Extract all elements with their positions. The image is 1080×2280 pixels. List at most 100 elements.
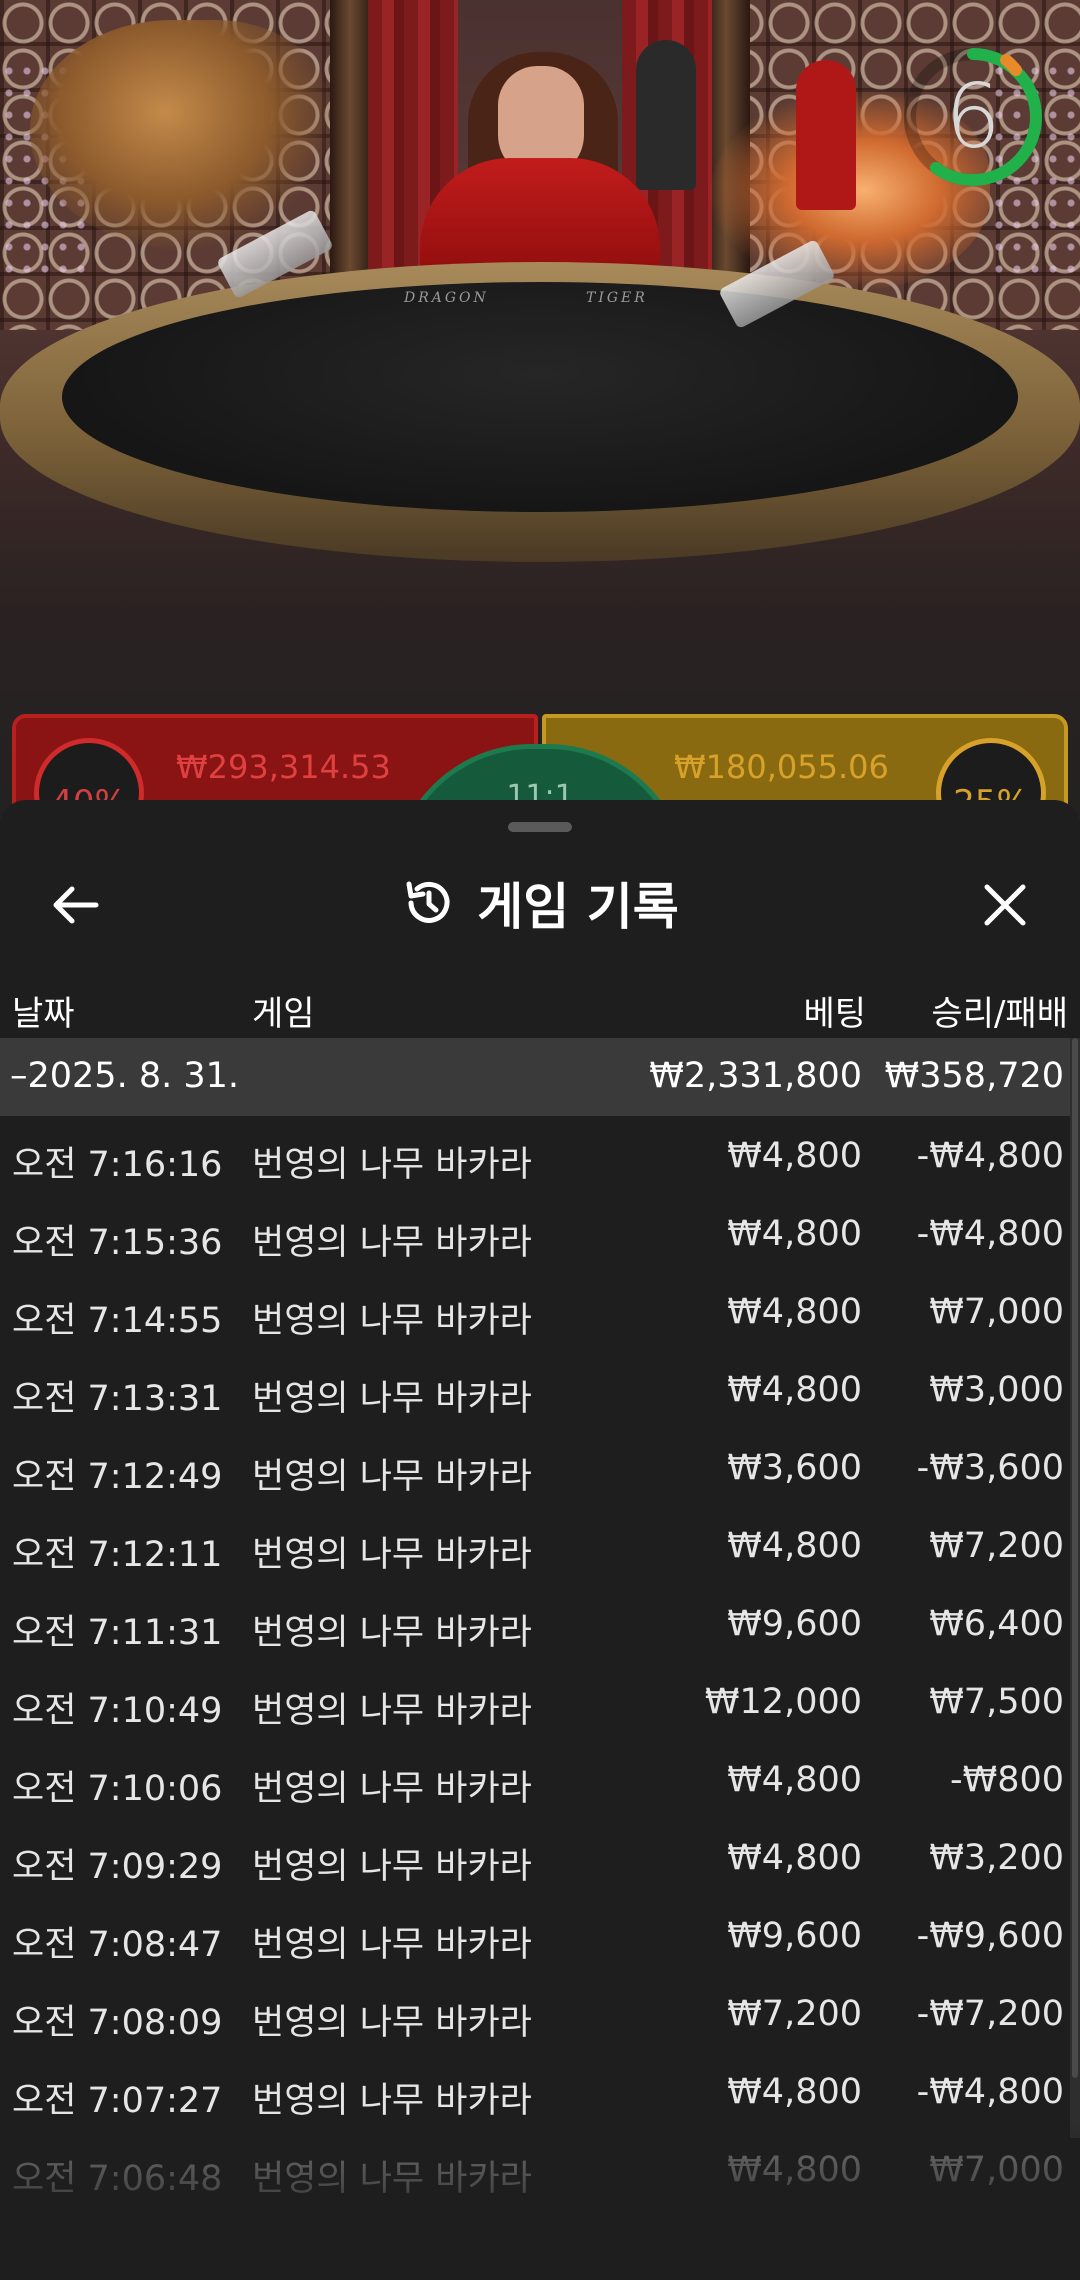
row-result: ₩7,000: [929, 2150, 1064, 2190]
history-row[interactable]: 오전 7:08:47 번영의 나무 바카라 ₩9,600 -₩9,600: [0, 1896, 1070, 1974]
row-game: 번영의 나무 바카라: [252, 2003, 532, 2043]
row-game: 번영의 나무 바카라: [252, 1457, 532, 1497]
history-row[interactable]: 오전 7:12:11 번영의 나무 바카라 ₩4,800 ₩7,200: [0, 1506, 1070, 1584]
row-game: 번영의 나무 바카라: [252, 1769, 532, 1809]
row-result: ₩7,500: [929, 1682, 1064, 1722]
history-row[interactable]: 오전 7:11:31 번영의 나무 바카라 ₩9,600 ₩6,400: [0, 1584, 1070, 1662]
row-time: 오전 7:14:55: [12, 1301, 223, 1341]
row-result: -₩3,600: [916, 1448, 1064, 1488]
row-game: 번영의 나무 바카라: [252, 1613, 532, 1653]
row-game: 번영의 나무 바카라: [252, 1925, 532, 1965]
game-history-sheet: 게임 기록 날짜 게임 베팅 승리/패배 –2025. 8. 31. ₩2,33…: [0, 800, 1080, 2280]
background-person: [796, 60, 856, 210]
row-bet: ₩4,800: [727, 2150, 862, 2190]
row-result: -₩9,600: [916, 1916, 1064, 1956]
live-video-feed: DRAGON TIGER 6: [0, 0, 1080, 820]
history-list[interactable]: –2025. 8. 31. ₩2,331,800 ₩358,720 오전 7:1…: [0, 1038, 1070, 2280]
column-header-game: 게임: [252, 994, 315, 1034]
row-bet: ₩4,800: [727, 1526, 862, 1566]
column-headers: 날짜 게임 베팅 승리/패배: [0, 968, 1080, 1044]
row-result: ₩3,000: [929, 1370, 1064, 1410]
day-group-bet-total: ₩2,331,800: [649, 1056, 862, 1096]
close-button[interactable]: [970, 870, 1040, 940]
row-bet: ₩4,800: [727, 1136, 862, 1176]
row-time: 오전 7:13:31: [12, 1379, 223, 1419]
column-header-date: 날짜: [12, 994, 75, 1034]
row-game: 번영의 나무 바카라: [252, 1535, 532, 1575]
row-bet: ₩3,600: [727, 1448, 862, 1488]
history-row[interactable]: 오전 7:06:48 번영의 나무 바카라 ₩4,800 ₩7,000: [0, 2130, 1070, 2208]
row-game: 번영의 나무 바카라: [252, 1301, 532, 1341]
row-bet: ₩4,800: [727, 1760, 862, 1800]
row-result: ₩7,200: [929, 1526, 1064, 1566]
table-label-tiger: TIGER: [586, 290, 648, 306]
row-result: -₩4,800: [916, 1136, 1064, 1176]
arrow-left-icon: [53, 886, 99, 924]
history-scroll-thumb[interactable]: [1072, 1038, 1078, 2078]
row-result: -₩800: [949, 1760, 1064, 1800]
table-felt: [62, 282, 1018, 512]
row-time: 오전 7:09:29: [12, 1847, 223, 1887]
history-row[interactable]: 오전 7:10:06 번영의 나무 바카라 ₩4,800 -₩800: [0, 1740, 1070, 1818]
history-clock-icon: [406, 881, 450, 923]
history-row[interactable]: 오전 7:13:31 번영의 나무 바카라 ₩4,800 ₩3,000: [0, 1350, 1070, 1428]
sheet-drag-handle[interactable]: [508, 822, 572, 832]
row-bet: ₩4,800: [727, 1292, 862, 1332]
dragon-total-bet: ₩293,314.53: [176, 748, 391, 786]
row-result: ₩7,000: [929, 1292, 1064, 1332]
countdown-timer: 6: [898, 42, 1048, 192]
day-group-date: –2025. 8. 31.: [10, 1056, 240, 1096]
row-time: 오전 7:12:11: [12, 1535, 223, 1575]
row-time: 오전 7:10:49: [12, 1691, 223, 1731]
row-bet: ₩4,800: [727, 2072, 862, 2112]
row-game: 번영의 나무 바카라: [252, 1145, 532, 1185]
sheet-header: 게임 기록: [0, 848, 1080, 958]
column-header-bet: 베팅: [803, 994, 866, 1034]
row-time: 오전 7:15:36: [12, 1223, 223, 1263]
row-time: 오전 7:07:27: [12, 2081, 223, 2121]
row-time: 오전 7:12:49: [12, 1457, 223, 1497]
tiger-total-bet: ₩180,055.06: [674, 748, 889, 786]
day-group-header[interactable]: –2025. 8. 31. ₩2,331,800 ₩358,720: [0, 1038, 1070, 1116]
row-result: ₩3,200: [929, 1838, 1064, 1878]
row-game: 번영의 나무 바카라: [252, 2081, 532, 2121]
close-icon: [984, 884, 1026, 926]
history-row[interactable]: 오전 7:10:49 번영의 나무 바카라 ₩12,000 ₩7,500: [0, 1662, 1070, 1740]
history-rows: 오전 7:16:16 번영의 나무 바카라 ₩4,800 -₩4,800 오전 7:15…: [0, 1116, 1070, 2208]
row-result: -₩4,800: [916, 2072, 1064, 2112]
row-time: 오전 7:08:47: [12, 1925, 223, 1965]
row-result: -₩4,800: [916, 1214, 1064, 1254]
row-time: 오전 7:06:48: [12, 2159, 223, 2199]
row-bet: ₩7,200: [727, 1994, 862, 2034]
row-bet: ₩9,600: [727, 1916, 862, 1956]
row-time: 오전 7:16:16: [12, 1145, 223, 1185]
row-bet: ₩4,800: [727, 1838, 862, 1878]
table-label-dragon: DRAGON: [404, 290, 489, 306]
history-row[interactable]: 오전 7:12:49 번영의 나무 바카라 ₩3,600 -₩3,600: [0, 1428, 1070, 1506]
history-row[interactable]: 오전 7:14:55 번영의 나무 바카라 ₩4,800 ₩7,000: [0, 1272, 1070, 1350]
row-bet: ₩12,000: [704, 1682, 862, 1722]
row-bet: ₩9,600: [727, 1604, 862, 1644]
history-row[interactable]: 오전 7:16:16 번영의 나무 바카라 ₩4,800 -₩4,800: [0, 1116, 1070, 1194]
row-game: 번영의 나무 바카라: [252, 1847, 532, 1887]
row-game: 번영의 나무 바카라: [252, 2159, 532, 2199]
history-row[interactable]: 오전 7:09:29 번영의 나무 바카라 ₩4,800 ₩3,200: [0, 1818, 1070, 1896]
row-time: 오전 7:08:09: [12, 2003, 223, 2043]
history-row[interactable]: 오전 7:07:27 번영의 나무 바카라 ₩4,800 -₩4,800: [0, 2052, 1070, 2130]
background-person: [636, 40, 696, 190]
row-time: 오전 7:10:06: [12, 1769, 223, 1809]
back-button[interactable]: [40, 870, 110, 940]
day-group-win-total: ₩358,720: [884, 1056, 1064, 1096]
timer-value: 6: [945, 65, 1001, 168]
history-row[interactable]: 오전 7:08:09 번영의 나무 바카라 ₩7,200 -₩7,200: [0, 1974, 1070, 2052]
row-game: 번영의 나무 바카라: [252, 1379, 532, 1419]
sheet-title: 게임 기록: [477, 878, 679, 936]
row-result: ₩6,400: [929, 1604, 1064, 1644]
row-game: 번영의 나무 바카라: [252, 1691, 532, 1731]
sheet-title-wrap: 게임 기록: [0, 848, 1080, 958]
column-header-win-loss: 승리/패배: [931, 994, 1068, 1034]
row-game: 번영의 나무 바카라: [252, 1223, 532, 1263]
history-row[interactable]: 오전 7:15:36 번영의 나무 바카라 ₩4,800 -₩4,800: [0, 1194, 1070, 1272]
row-result: -₩7,200: [916, 1994, 1064, 2034]
row-time: 오전 7:11:31: [12, 1613, 223, 1653]
